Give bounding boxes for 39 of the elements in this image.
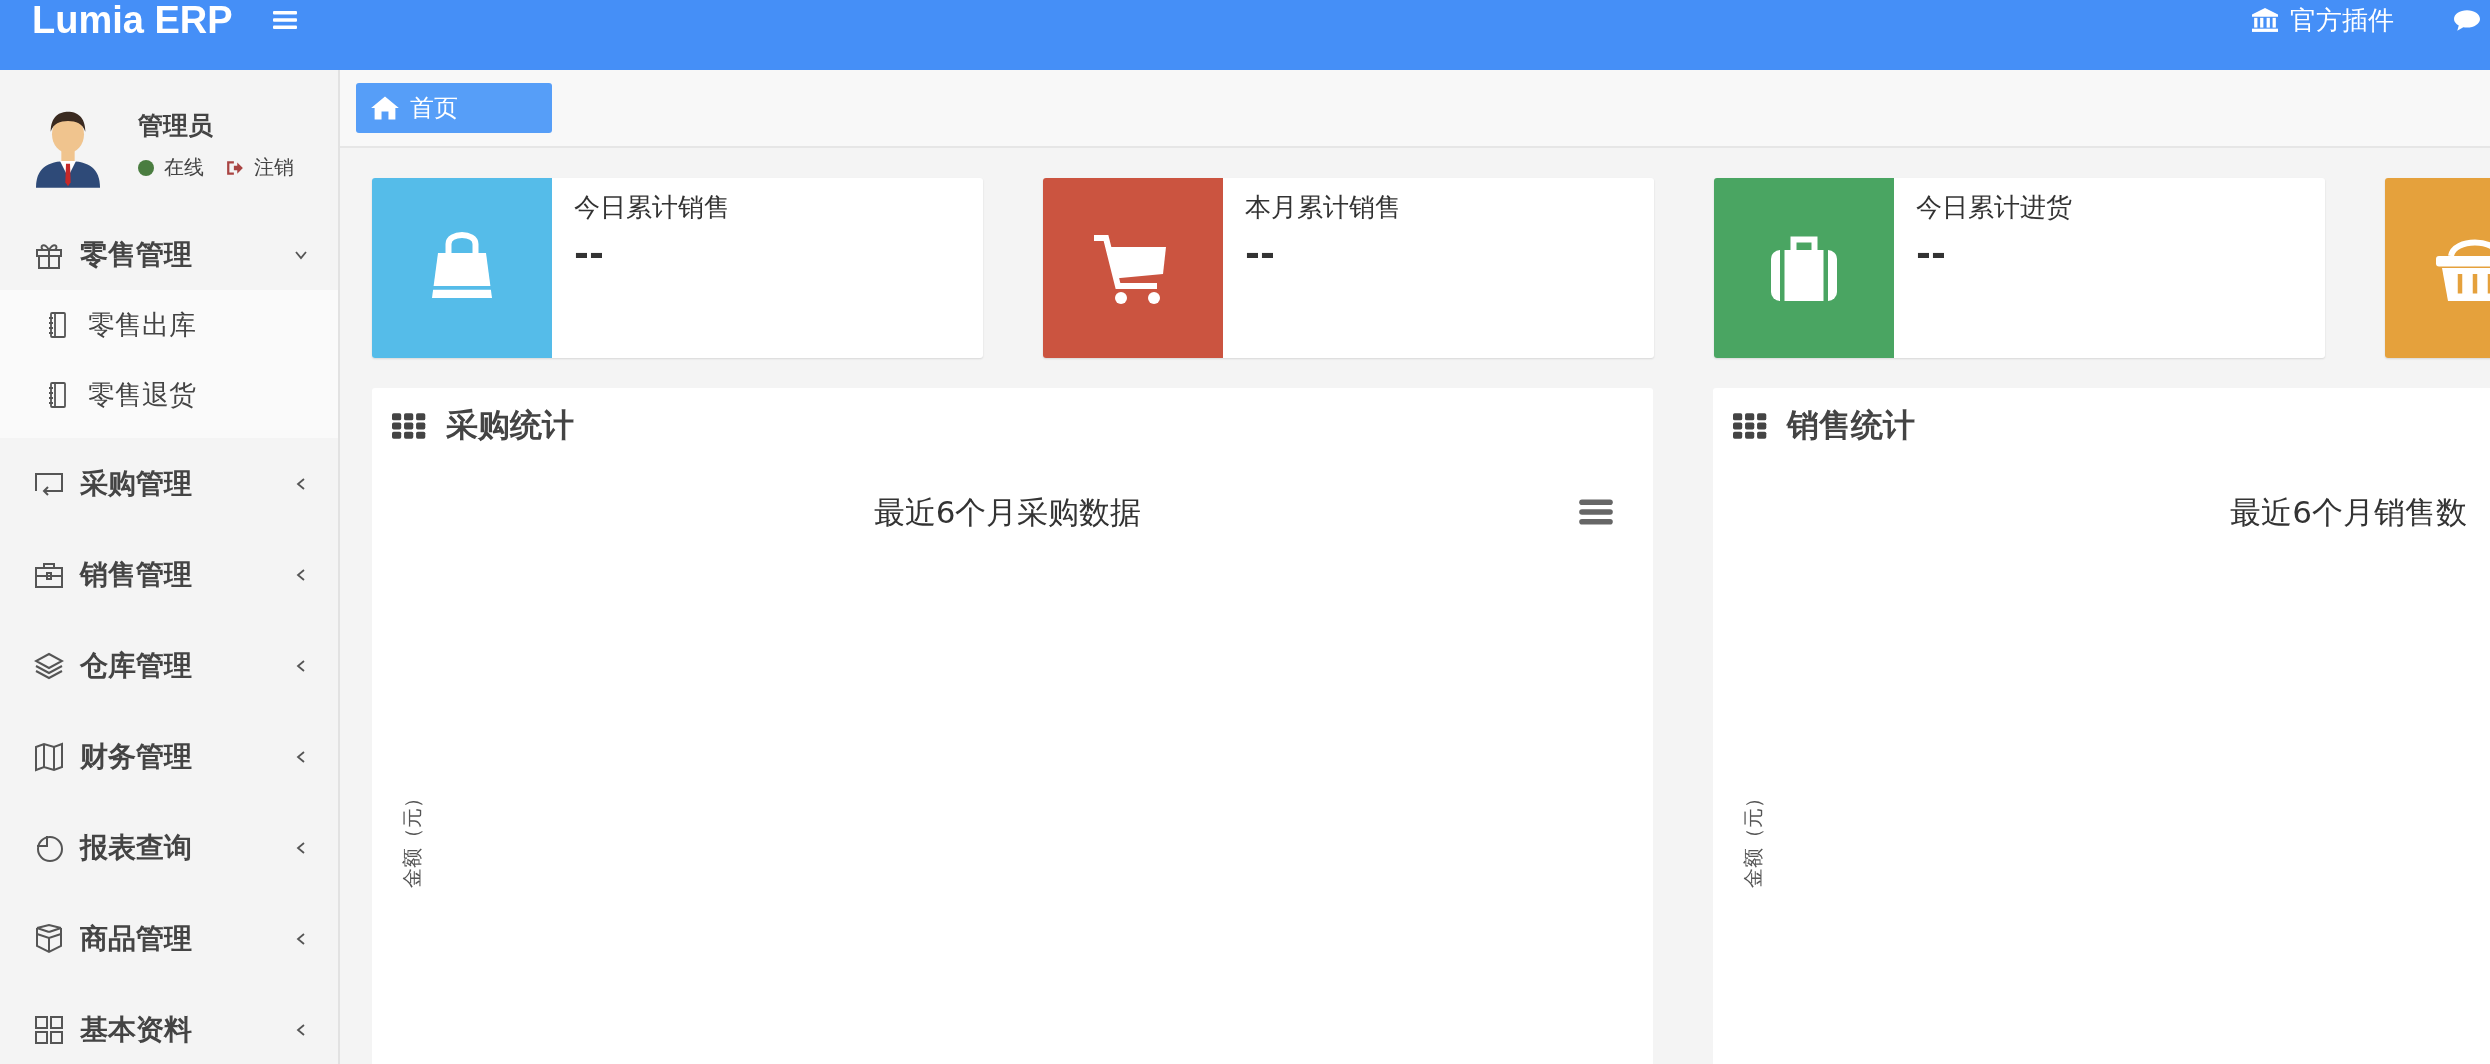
notebook-icon bbox=[48, 382, 66, 408]
stat-value: -- bbox=[574, 233, 604, 274]
stat-title: 今日累计销售 bbox=[574, 191, 730, 224]
bank-icon bbox=[2252, 8, 2278, 32]
menu-icon[interactable] bbox=[1579, 498, 1613, 526]
stat-value: -- bbox=[1245, 233, 1275, 274]
grid-icon bbox=[392, 413, 426, 439]
stat-title: 本月累计销售 bbox=[1245, 191, 1401, 224]
stat-value: -- bbox=[1916, 233, 1946, 274]
menu-item[interactable]: 基本资料 bbox=[0, 984, 338, 1064]
logout-link[interactable]: 注销 bbox=[226, 154, 294, 181]
notebook-icon bbox=[48, 312, 66, 338]
grid-icon bbox=[1733, 413, 1767, 439]
chart-title: 最近6个月采购数据 bbox=[873, 493, 1142, 532]
home-icon bbox=[370, 95, 400, 121]
chart-title: 最近6个月销售数 bbox=[2230, 493, 2467, 532]
chat-icon[interactable] bbox=[2454, 9, 2480, 31]
submenu-item[interactable]: 零售退货 bbox=[0, 360, 338, 430]
boxes-icon bbox=[34, 923, 64, 954]
menu-item[interactable]: 报表查询 bbox=[0, 802, 338, 893]
submenu-item[interactable]: 零售出库 bbox=[0, 290, 338, 360]
menu-item[interactable]: 商品管理 bbox=[0, 893, 338, 984]
panel-title: 采购统计 bbox=[446, 405, 574, 446]
panel-title: 销售统计 bbox=[1787, 405, 1915, 446]
map-icon bbox=[34, 741, 64, 772]
menu-item[interactable]: 销售管理 bbox=[0, 529, 338, 620]
sign-out-icon bbox=[226, 159, 244, 176]
status-text: 在线 bbox=[164, 154, 204, 181]
menu-item[interactable]: 零售管理 bbox=[0, 220, 338, 290]
layers-icon bbox=[34, 650, 64, 681]
menu-icon[interactable] bbox=[272, 10, 297, 30]
grid-icon bbox=[34, 1014, 64, 1045]
menu-item[interactable]: 仓库管理 bbox=[0, 620, 338, 711]
menu-item[interactable]: 财务管理 bbox=[0, 711, 338, 802]
stat-title: 今日累计进货 bbox=[1916, 191, 2072, 224]
y-axis-label: 金额（元） bbox=[398, 787, 425, 888]
menu-item[interactable]: 采购管理 bbox=[0, 438, 338, 529]
user-name: 管理员 bbox=[138, 110, 214, 142]
y-axis-label: 金额（元） bbox=[1739, 787, 1766, 888]
